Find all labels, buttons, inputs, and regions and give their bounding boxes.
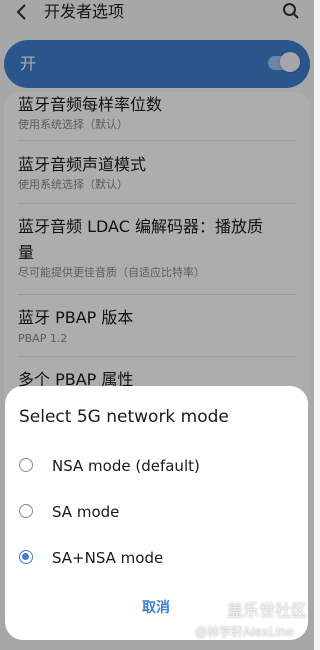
option-sa-mode[interactable]: SA mode [5, 492, 308, 532]
radio-unselected-icon[interactable] [19, 504, 33, 518]
option-label: SA mode [52, 503, 120, 521]
watermark-user: @林学轩AlexLine [195, 625, 294, 639]
cancel-button[interactable]: 取消 [142, 599, 170, 617]
option-nsa-mode[interactable]: NSA mode (default) [5, 446, 308, 486]
radio-selected-icon[interactable] [19, 550, 33, 564]
dialog-title: Select 5G network mode [19, 407, 229, 427]
watermark-site: 盖乐世社区 [227, 601, 308, 620]
option-label: SA+NSA mode [52, 549, 164, 567]
option-label: NSA mode (default) [52, 457, 200, 475]
radio-unselected-icon[interactable] [19, 458, 33, 472]
option-sa-nsa-mode[interactable]: SA+NSA mode [5, 538, 308, 578]
